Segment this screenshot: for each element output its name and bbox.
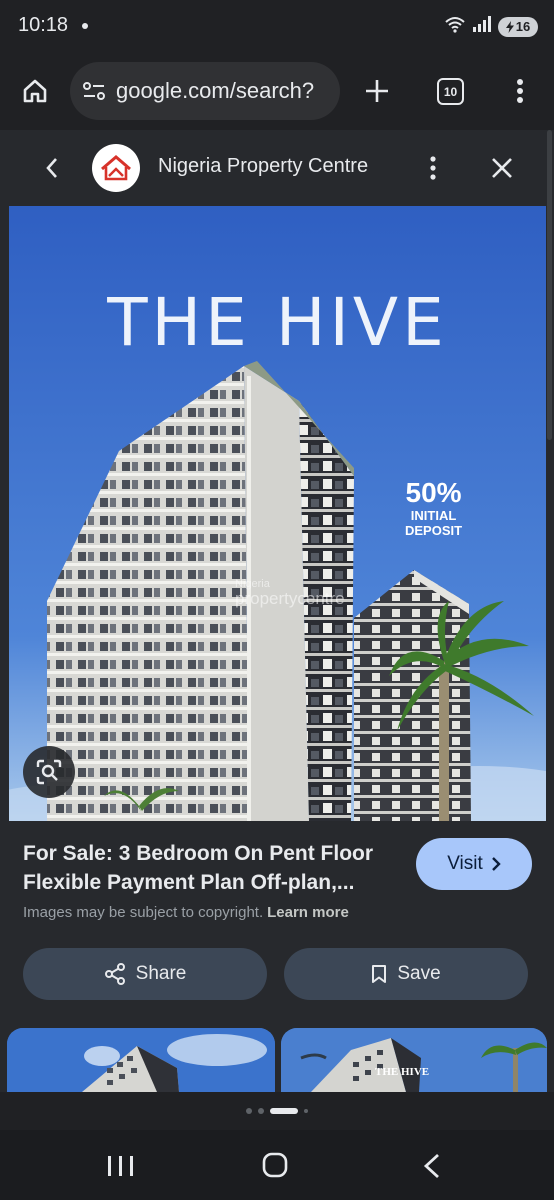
image-watermark: Nigeria propertycentre: [235, 578, 345, 608]
thumbnail-image: [281, 1028, 547, 1092]
learn-more-link[interactable]: Learn more: [267, 904, 349, 921]
previous-button[interactable]: [34, 150, 70, 186]
wifi-icon: [444, 15, 466, 38]
status-bar: 10:18 16: [0, 0, 554, 52]
house-logo-icon: [101, 155, 131, 181]
save-label: Save: [397, 963, 441, 984]
save-button[interactable]: Save: [284, 948, 528, 1000]
panel-menu-button[interactable]: [418, 150, 448, 186]
google-lens-icon: [36, 759, 62, 785]
panel-header: Nigeria Property Centre: [0, 130, 554, 206]
more-vert-icon: [517, 79, 523, 103]
site-logo: [92, 144, 140, 192]
notification-dot-icon: [82, 23, 88, 29]
plus-icon: [366, 80, 388, 102]
home-button[interactable]: [16, 72, 54, 110]
chevron-left-icon: [46, 158, 57, 178]
status-icons: 16: [444, 15, 538, 38]
pager-dot: [246, 1108, 252, 1114]
copyright-text: Images may be subject to copyright.: [23, 904, 264, 921]
thumbnail-label: THE HIVE: [375, 1066, 430, 1078]
recents-icon[interactable]: [106, 1154, 136, 1178]
scrollbar[interactable]: [547, 130, 552, 440]
deposit-percent: 50%: [405, 477, 462, 508]
site-name[interactable]: Nigeria Property Centre: [158, 155, 368, 178]
close-button[interactable]: [484, 150, 520, 186]
battery-level: 16: [515, 19, 531, 34]
deposit-badge: 50% INITIAL DEPOSIT: [405, 477, 463, 539]
carousel-pager: [0, 1092, 554, 1130]
close-icon: [492, 158, 512, 178]
pager-dot: [258, 1108, 264, 1114]
chevron-right-icon: [491, 857, 501, 871]
deposit-label-2: DEPOSIT: [405, 523, 463, 538]
deposit-label-1: INITIAL: [410, 508, 457, 523]
image-headline: THE HIVE: [107, 284, 448, 361]
status-time: 10:18: [18, 14, 69, 36]
copyright-notice: Images may be subject to copyright. Learn…: [23, 904, 349, 921]
new-tab-button[interactable]: [358, 72, 396, 110]
url-text: google.com/search?: [116, 78, 315, 103]
related-image-thumbnail[interactable]: THE HIVE: [281, 1028, 547, 1092]
screen: 10:18 16 google.com/search? 10 Nigeria P…: [0, 0, 554, 1200]
visit-label: Visit: [447, 853, 483, 874]
browser-menu-button[interactable]: [505, 72, 535, 110]
share-icon: [104, 963, 125, 985]
related-image-thumbnail[interactable]: [7, 1028, 275, 1092]
bookmark-icon: [372, 965, 387, 983]
system-navigation-bar: [0, 1130, 554, 1200]
home-nav-icon[interactable]: [262, 1152, 288, 1178]
share-button[interactable]: Share: [23, 948, 267, 1000]
pager-dot-active: [270, 1108, 298, 1114]
tab-switcher-button[interactable]: 10: [437, 78, 464, 105]
address-bar[interactable]: google.com/search?: [70, 62, 340, 120]
main-image[interactable]: THE HIVE 50% INITIAL DEPOSIT Nigeria pro…: [9, 206, 546, 821]
back-nav-icon[interactable]: [420, 1152, 444, 1180]
result-title[interactable]: For Sale: 3 Bedroom On Pent Floor Flexib…: [23, 839, 403, 897]
home-icon: [23, 79, 47, 103]
image-preview-panel: Nigeria Property Centre THE HIVE 50% INI…: [0, 130, 554, 1130]
signal-icon: [472, 15, 492, 38]
thumbnail-image: [7, 1028, 275, 1092]
more-vert-icon: [430, 156, 436, 180]
watermark-large: propertycentre: [235, 589, 345, 608]
share-label: Share: [135, 963, 187, 984]
browser-toolbar: google.com/search? 10: [0, 52, 554, 130]
site-settings-icon[interactable]: [82, 81, 106, 101]
pager-dot: [304, 1109, 308, 1113]
lens-search-button[interactable]: [23, 746, 75, 798]
visit-button[interactable]: Visit: [416, 838, 532, 890]
battery-charging-icon: 16: [498, 16, 538, 37]
